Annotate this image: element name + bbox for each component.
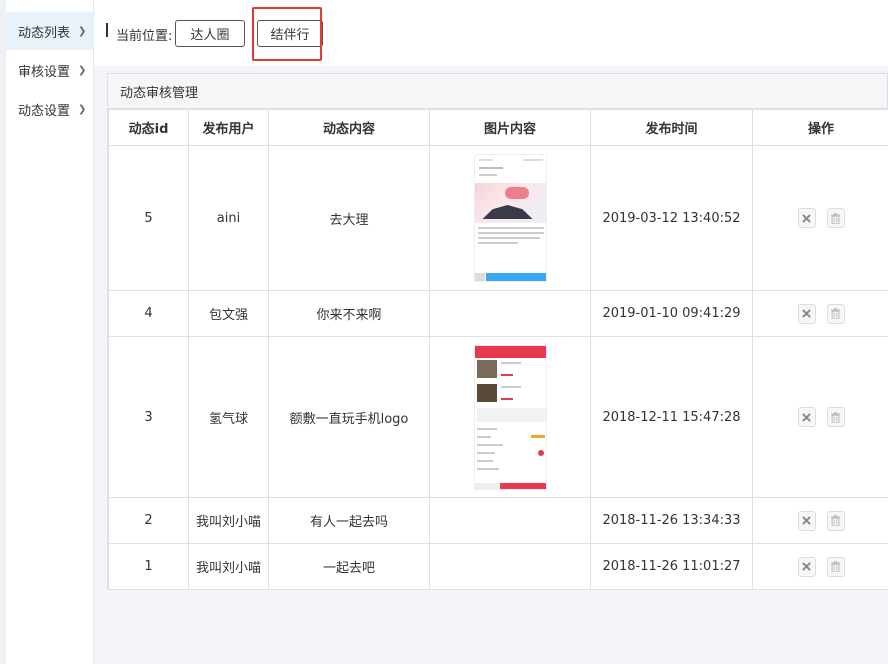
chevron-right-icon: ❯ <box>78 64 87 76</box>
col-header-actions: 操作 <box>752 109 888 146</box>
cell-image <box>429 497 591 544</box>
review-panel: 动态审核管理 动态id 发布用户 动态内容 图片内容 发布时间 操作 5 ain… <box>107 73 888 590</box>
col-header-id: 动态id <box>108 109 189 146</box>
delete-button[interactable] <box>826 556 845 577</box>
cell-user: 我叫刘小喵 <box>188 497 269 544</box>
trash-icon <box>831 515 840 526</box>
cell-user: 我叫刘小喵 <box>188 543 269 590</box>
cell-id: 1 <box>108 543 189 590</box>
cell-actions <box>752 290 888 337</box>
post-image-thumbnail[interactable] <box>473 154 547 282</box>
table-header-row: 动态id 发布用户 动态内容 图片内容 发布时间 操作 <box>108 109 888 146</box>
breadcrumb-marker <box>106 23 108 37</box>
breadcrumb-button-daren[interactable]: 达人圈 <box>175 20 245 47</box>
cell-user: 氢气球 <box>188 336 269 498</box>
cell-user: aini <box>188 145 269 291</box>
sidebar: 动态列表 ❯ 审核设置 ❯ 动态设置 ❯ <box>0 0 94 664</box>
cell-image <box>429 290 591 337</box>
sidebar-item-review-settings[interactable]: 审核设置 ❯ <box>6 51 93 89</box>
sidebar-item-dynamic-settings[interactable]: 动态设置 ❯ <box>6 90 93 128</box>
reject-button[interactable] <box>797 208 816 228</box>
cell-time: 2018-11-26 11:01:27 <box>590 543 753 590</box>
sidebar-item-label: 动态设置 <box>18 103 71 119</box>
panel-title: 动态审核管理 <box>108 74 887 109</box>
cell-content: 你来不来啊 <box>268 290 430 337</box>
table-row: 5 aini 去大理 2019-03-12 13:40:52 <box>108 145 888 291</box>
reject-button[interactable] <box>797 556 816 577</box>
col-header-image: 图片内容 <box>429 109 591 146</box>
cell-time: 2018-12-11 15:47:28 <box>590 336 753 498</box>
cell-id: 2 <box>108 497 189 544</box>
table-row: 2 我叫刘小喵 有人一起去吗 2018-11-26 13:34:33 <box>108 497 888 544</box>
chevron-right-icon: ❯ <box>78 25 87 37</box>
table-row: 4 包文强 你来不来啊 2019-01-10 09:41:29 <box>108 290 888 337</box>
col-header-time: 发布时间 <box>590 109 753 146</box>
cell-content: 有人一起去吗 <box>268 497 430 544</box>
chevron-right-icon: ❯ <box>78 103 87 115</box>
breadcrumb-label: 当前位置: <box>116 29 173 44</box>
close-icon <box>802 412 811 422</box>
close-icon <box>802 516 811 525</box>
post-image-thumbnail[interactable] <box>473 344 547 490</box>
cell-actions <box>752 497 888 544</box>
delete-button[interactable] <box>826 208 845 228</box>
cell-image <box>429 336 591 498</box>
table-row: 3 氢气球 额敷一直玩手机logo 2018-12-11 15:47:28 <box>108 336 888 498</box>
cell-image <box>429 543 591 590</box>
cell-content: 额敷一直玩手机logo <box>268 336 430 498</box>
col-header-content: 动态内容 <box>268 109 430 146</box>
cell-time: 2019-03-12 13:40:52 <box>590 145 753 291</box>
reject-button[interactable] <box>797 407 816 427</box>
cell-id: 3 <box>108 336 189 498</box>
sidebar-item-dynamic-list[interactable]: 动态列表 ❯ <box>6 12 93 50</box>
cell-content: 去大理 <box>268 145 430 291</box>
close-icon <box>802 213 811 223</box>
cell-id: 4 <box>108 290 189 337</box>
close-icon <box>802 309 811 318</box>
reject-button[interactable] <box>797 510 816 531</box>
cell-time: 2018-11-26 13:34:33 <box>590 497 753 544</box>
trash-icon <box>831 308 840 319</box>
cell-user: 包文强 <box>188 290 269 337</box>
delete-button[interactable] <box>826 510 845 531</box>
close-icon <box>802 562 811 571</box>
delete-button[interactable] <box>826 407 845 427</box>
cell-actions <box>752 336 888 498</box>
delete-button[interactable] <box>826 303 845 324</box>
cell-actions <box>752 145 888 291</box>
trash-icon <box>831 561 840 572</box>
cell-actions <box>752 543 888 590</box>
cell-time: 2019-01-10 09:41:29 <box>590 290 753 337</box>
sidebar-item-label: 审核设置 <box>18 64 71 80</box>
trash-icon <box>831 411 840 423</box>
cell-content: 一起去吧 <box>268 543 430 590</box>
reject-button[interactable] <box>797 303 816 324</box>
table-row: 1 我叫刘小喵 一起去吧 2018-11-26 11:01:27 <box>108 543 888 590</box>
col-header-user: 发布用户 <box>188 109 269 146</box>
cell-image <box>429 145 591 291</box>
sidebar-item-label: 动态列表 <box>18 25 71 41</box>
highlight-annotation <box>252 7 322 61</box>
trash-icon <box>831 212 840 224</box>
cell-id: 5 <box>108 145 189 291</box>
dynamic-table: 动态id 发布用户 动态内容 图片内容 发布时间 操作 5 aini 去大理 2… <box>108 109 888 590</box>
